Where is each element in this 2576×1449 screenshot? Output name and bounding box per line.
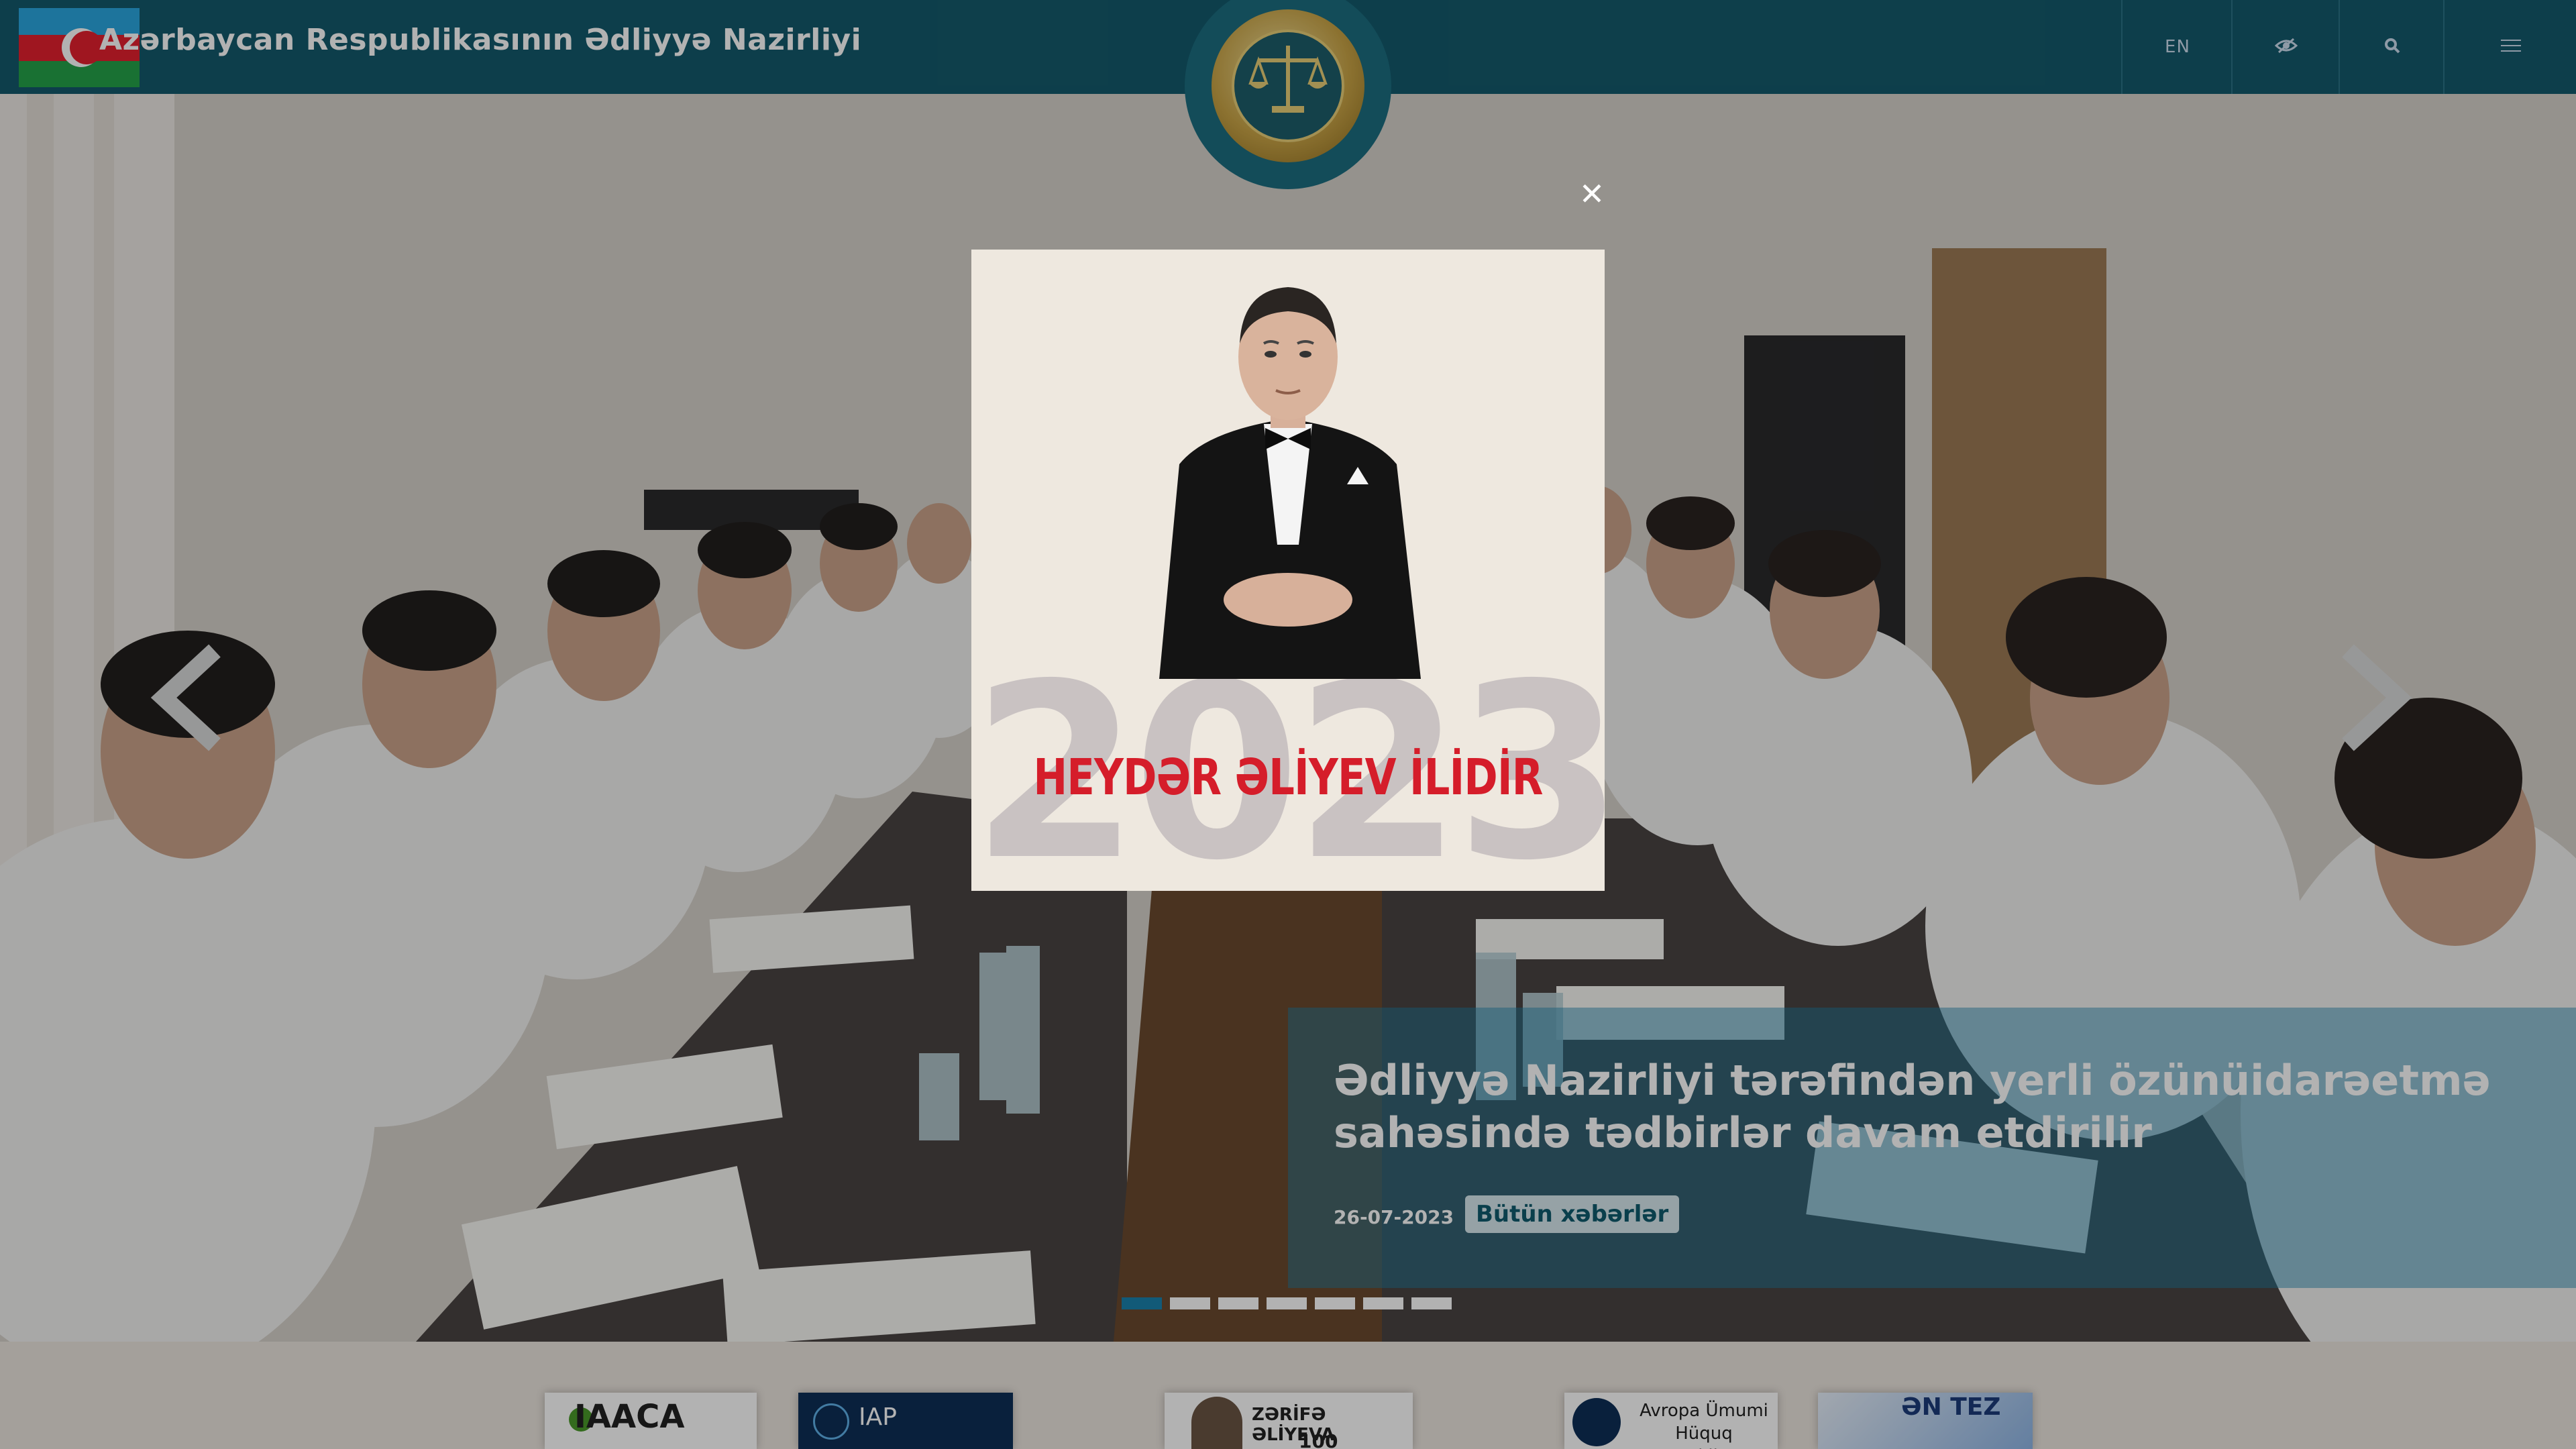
close-icon[interactable]: ✕ bbox=[1576, 178, 1607, 209]
modal-headline: HEYDƏR ƏLİYEV İLİDİR bbox=[1033, 749, 1543, 806]
announcement-modal: 2023 HEYDƏR ƏLİYEV İLİDİR bbox=[971, 250, 1605, 891]
portrait-image bbox=[1159, 287, 1421, 679]
